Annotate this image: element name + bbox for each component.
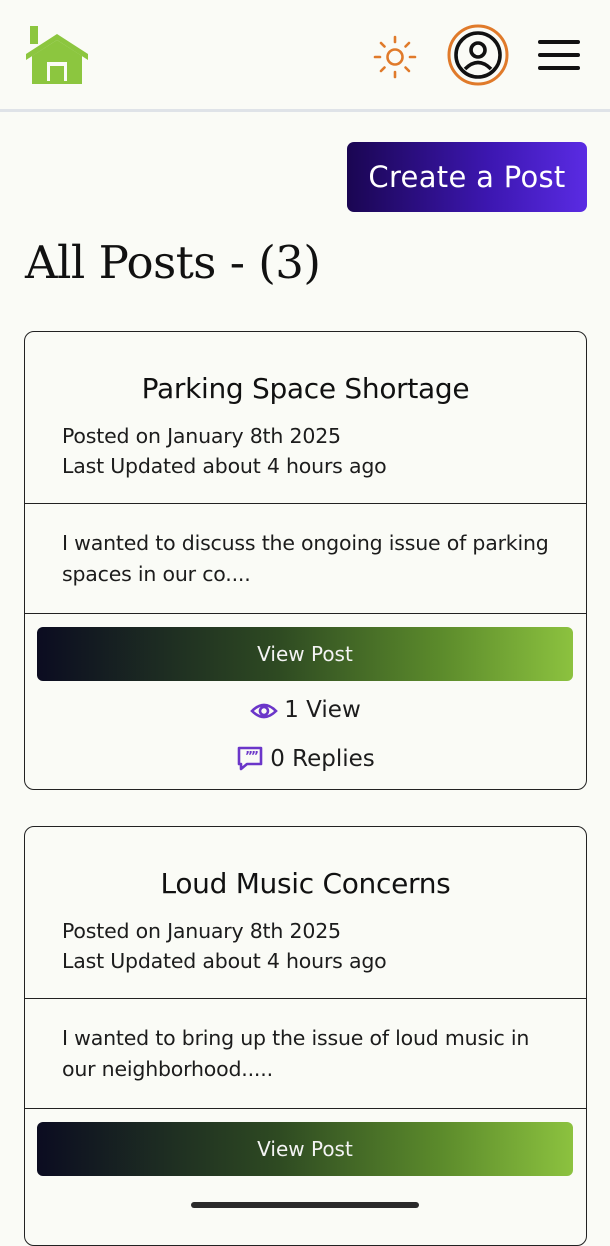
post-updated: Last Updated about 4 hours ago (62, 949, 387, 973)
reply-count: ” ” 0 Replies (25, 745, 586, 772)
post-title: Parking Space Shortage (141, 372, 470, 405)
page-title: All Posts - (3) (25, 236, 321, 289)
user-circle-icon[interactable] (447, 24, 509, 86)
view-count: 1 View (25, 697, 586, 723)
home-indicator (191, 1202, 419, 1208)
view-post-button[interactable]: View Post (37, 1122, 573, 1176)
chat-bubble-icon: ” ” (237, 746, 263, 771)
hamburger-menu-icon[interactable] (538, 38, 582, 72)
post-excerpt: I wanted to discuss the ongoing issue of… (62, 531, 549, 586)
post-card: Loud Music Concerns Posted on January 8t… (24, 826, 587, 1246)
post-card: Parking Space Shortage Posted on January… (24, 331, 587, 790)
app-header (0, 0, 610, 112)
create-post-button[interactable]: Create a Post (347, 142, 587, 212)
post-title: Loud Music Concerns (160, 867, 451, 900)
house-icon[interactable] (26, 26, 88, 84)
svg-text:”: ” (251, 749, 259, 763)
post-updated: Last Updated about 4 hours ago (62, 454, 387, 478)
post-excerpt: I wanted to bring up the issue of loud m… (62, 1026, 530, 1081)
eye-icon (250, 703, 279, 719)
post-date: Posted on January 8th 2025 (62, 919, 341, 943)
sun-icon[interactable] (371, 33, 419, 81)
post-date: Posted on January 8th 2025 (62, 424, 341, 448)
view-post-button[interactable]: View Post (37, 627, 573, 681)
